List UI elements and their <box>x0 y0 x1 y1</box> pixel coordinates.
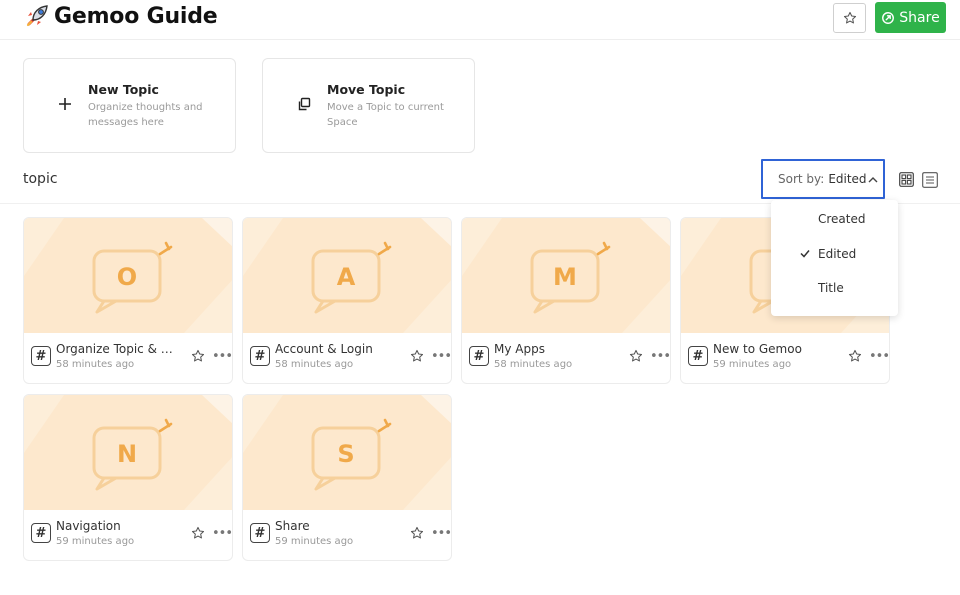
move-icon <box>298 97 311 111</box>
sort-option-title[interactable]: Title <box>771 271 898 305</box>
topic-thumbnail: N <box>24 395 232 510</box>
star-icon[interactable] <box>191 349 205 363</box>
star-icon[interactable] <box>410 526 424 540</box>
topic-card[interactable]: N # Navigation 59 minutes ago ••• <box>23 394 233 561</box>
topic-name: Organize Topic & S... <box>56 342 178 356</box>
sort-option-label: Title <box>818 281 844 295</box>
topic-name: Account & Login <box>275 342 373 356</box>
check-icon <box>800 250 810 258</box>
hashtag-icon: # <box>31 523 51 543</box>
topic-name: New to Gemoo <box>713 342 802 356</box>
rocket-icon <box>26 5 48 27</box>
topic-edited-time: 58 minutes ago <box>56 359 135 370</box>
topic-card[interactable]: M # My Apps 58 minutes ago ••• <box>461 217 671 384</box>
sort-dropdown[interactable]: Sort by: Edited <box>761 159 885 199</box>
sort-prefix: Sort by: <box>778 172 825 186</box>
hashtag-icon: # <box>469 346 489 366</box>
move-topic-description: Move a Topic to current Space <box>327 102 444 128</box>
topic-thumbnail: O <box>24 218 232 333</box>
hashtag-icon: # <box>250 346 270 366</box>
topic-thumbnail: M <box>462 218 670 333</box>
more-options-icon[interactable]: ••• <box>212 526 232 541</box>
star-icon[interactable] <box>629 349 643 363</box>
more-options-icon[interactable]: ••• <box>650 349 670 364</box>
chat-bubble-icon: A <box>243 218 451 333</box>
share-icon <box>882 11 895 24</box>
list-view-icon[interactable] <box>922 172 938 188</box>
chat-bubble-icon: S <box>243 395 451 510</box>
hashtag-icon: # <box>31 346 51 366</box>
chat-bubble-icon: M <box>462 218 670 333</box>
share-button-label: Share <box>899 9 940 26</box>
star-icon <box>843 11 856 24</box>
top-bar: Gemoo Guide Share <box>0 0 960 40</box>
plus-icon <box>59 98 71 110</box>
topic-card[interactable]: O # Organize Topic & S... 58 minutes ago ••• <box>23 217 233 384</box>
move-topic-title: Move Topic <box>327 82 406 97</box>
topic-name: Share <box>275 519 310 533</box>
hashtag-icon: # <box>250 523 270 543</box>
new-topic-description: Organize thoughts and messages here <box>88 102 203 128</box>
sort-option-created[interactable]: Created <box>771 202 898 236</box>
page-title: Gemoo Guide <box>54 3 218 29</box>
topic-card[interactable]: S # Share 59 minutes ago ••• <box>242 394 452 561</box>
topic-letter: O <box>117 263 137 291</box>
brand: Gemoo Guide <box>24 3 218 29</box>
sort-option-edited[interactable]: Edited <box>771 237 898 271</box>
hashtag-icon: # <box>688 346 708 366</box>
more-options-icon[interactable]: ••• <box>212 349 232 364</box>
section-title: topic <box>23 171 58 187</box>
more-options-icon[interactable]: ••• <box>431 526 451 541</box>
topic-letter: N <box>117 440 137 468</box>
topic-name: My Apps <box>494 342 545 356</box>
star-icon[interactable] <box>191 526 205 540</box>
topic-edited-time: 59 minutes ago <box>56 536 135 547</box>
topic-name: Navigation <box>56 519 121 533</box>
topic-card[interactable]: A # Account & Login 58 minutes ago ••• <box>242 217 452 384</box>
sort-option-label: Created <box>818 212 866 226</box>
sort-option-label: Edited <box>818 247 857 261</box>
new-topic-card[interactable]: New Topic Organize thoughts and messages… <box>23 58 236 153</box>
topic-edited-time: 59 minutes ago <box>713 359 792 370</box>
topic-letter: S <box>337 440 354 468</box>
topic-thumbnail: S <box>243 395 451 510</box>
topic-letter: M <box>553 263 577 291</box>
star-icon[interactable] <box>848 349 862 363</box>
star-icon[interactable] <box>410 349 424 363</box>
chat-bubble-icon: N <box>24 395 232 510</box>
favorite-button[interactable] <box>833 3 866 33</box>
topic-edited-time: 59 minutes ago <box>275 536 354 547</box>
topic-letter: A <box>337 263 356 291</box>
more-options-icon[interactable]: ••• <box>431 349 451 364</box>
move-topic-card[interactable]: Move Topic Move a Topic to current Space <box>262 58 475 153</box>
topic-edited-time: 58 minutes ago <box>494 359 573 370</box>
chevron-up-icon <box>868 177 878 183</box>
sort-value: Edited <box>828 172 867 186</box>
chat-bubble-icon: O <box>24 218 232 333</box>
share-button[interactable]: Share <box>875 2 946 33</box>
grid-view-icon[interactable] <box>899 172 914 187</box>
sort-menu: Created Edited Title <box>771 200 898 316</box>
more-options-icon[interactable]: ••• <box>869 349 889 364</box>
topic-thumbnail: A <box>243 218 451 333</box>
new-topic-title: New Topic <box>88 82 159 97</box>
topic-edited-time: 58 minutes ago <box>275 359 354 370</box>
